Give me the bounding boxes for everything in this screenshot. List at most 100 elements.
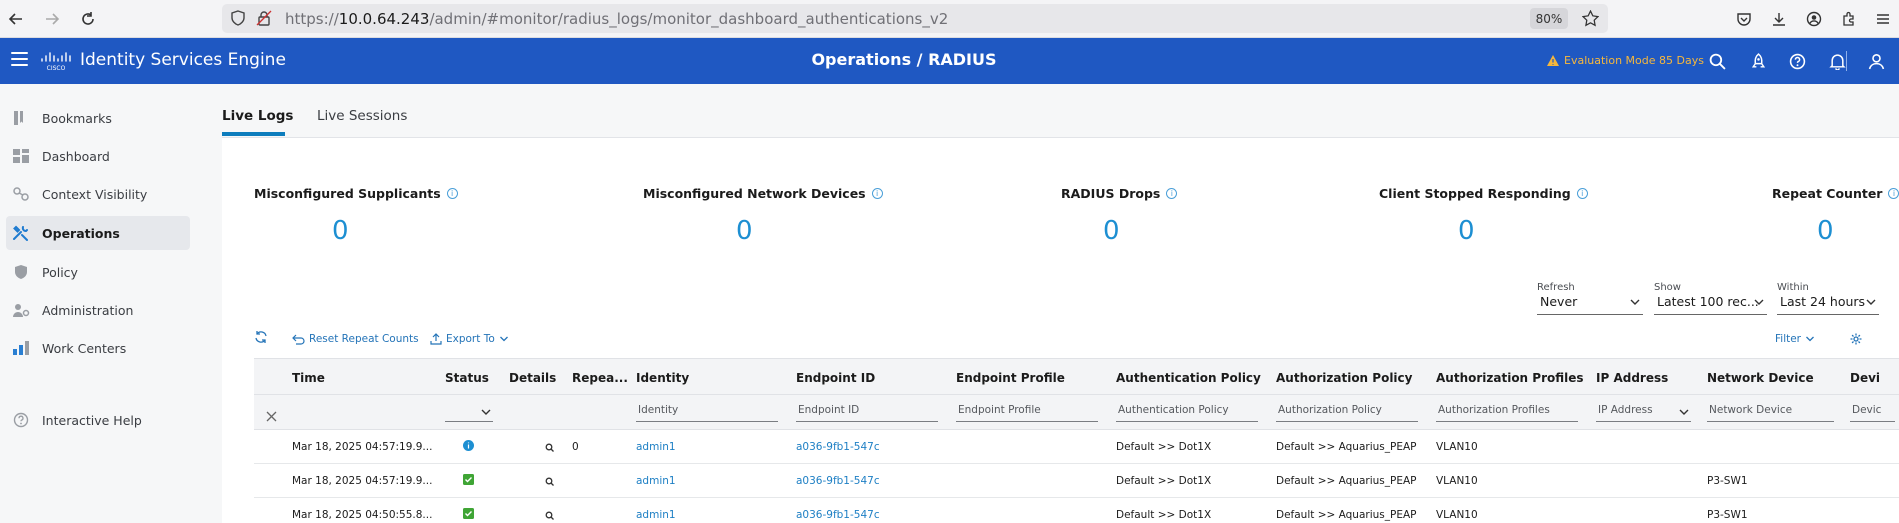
download-icon[interactable] bbox=[1768, 8, 1790, 30]
sidebar-item-context-visibility[interactable]: Context Visibility bbox=[6, 177, 190, 211]
info-icon[interactable]: i bbox=[446, 188, 458, 199]
refresh-value: Never bbox=[1540, 294, 1578, 309]
export-to-label: Export To bbox=[446, 333, 495, 345]
column-header-network-device[interactable]: Network Device bbox=[1707, 371, 1814, 385]
details-magnifier-icon[interactable] bbox=[545, 443, 554, 452]
column-header-authorization-policy[interactable]: Authorization Policy bbox=[1276, 371, 1412, 385]
sidebar-item-label: Policy bbox=[42, 265, 78, 280]
column-header-authentication-policy[interactable]: Authentication Policy bbox=[1116, 371, 1261, 385]
sidebar-item-administration[interactable]: Administration bbox=[6, 293, 190, 327]
sidebar-item-bookmarks[interactable]: Bookmarks bbox=[6, 101, 190, 135]
sidebar-item-label: Operations bbox=[42, 226, 120, 241]
sidebar-item-policy[interactable]: Policy bbox=[6, 255, 190, 289]
table-row[interactable]: Mar 18, 2025 04:57:19.9... admin1 a036-9… bbox=[254, 464, 1899, 498]
sidebar-item-work-centers[interactable]: Work Centers bbox=[6, 331, 190, 365]
authentication-policy-filter-input[interactable]: Authentication Policy bbox=[1116, 404, 1258, 422]
column-header-time[interactable]: Time bbox=[292, 371, 325, 385]
info-status-icon[interactable] bbox=[463, 440, 474, 451]
info-icon[interactable]: i bbox=[1888, 188, 1899, 199]
refresh-table-button[interactable] bbox=[254, 330, 268, 344]
cell-endpoint-id[interactable]: a036-9fb1-547c bbox=[796, 475, 880, 487]
column-header-identity[interactable]: Identity bbox=[636, 371, 689, 385]
cell-identity[interactable]: admin1 bbox=[636, 475, 676, 487]
column-header-status[interactable]: Status bbox=[445, 371, 489, 385]
export-to-button[interactable]: Export To bbox=[430, 333, 509, 345]
url-bar[interactable]: https://10.0.64.243/admin/#monitor/radiu… bbox=[222, 4, 1608, 33]
search-icon[interactable] bbox=[1706, 50, 1728, 72]
refresh-select[interactable]: Never bbox=[1537, 294, 1643, 315]
success-status-icon[interactable] bbox=[463, 508, 474, 519]
user-icon[interactable] bbox=[1865, 50, 1887, 72]
show-select[interactable]: Latest 100 rec... bbox=[1654, 294, 1767, 315]
menu-icon[interactable] bbox=[1872, 8, 1894, 30]
authorization-profiles-filter-input[interactable]: Authorization Profiles bbox=[1436, 404, 1578, 422]
dashboard-tips-icon[interactable] bbox=[1747, 50, 1769, 72]
kpi-misconfigured-network-devices-value[interactable]: 0 bbox=[736, 216, 753, 246]
clear-filters-icon[interactable] bbox=[266, 407, 277, 426]
forward-icon[interactable] bbox=[40, 7, 64, 31]
column-header-device[interactable]: Devi bbox=[1850, 371, 1880, 385]
zoom-level[interactable]: 80% bbox=[1530, 8, 1568, 29]
reset-repeat-counts-button[interactable]: Reset Repeat Counts bbox=[292, 333, 419, 345]
account-icon[interactable] bbox=[1803, 8, 1825, 30]
kpi-client-stopped-responding-value[interactable]: 0 bbox=[1458, 216, 1475, 246]
cell-endpoint-id[interactable]: a036-9fb1-547c bbox=[796, 441, 880, 453]
details-magnifier-icon[interactable] bbox=[545, 511, 554, 520]
sidebar-item-interactive-help[interactable]: Interactive Help bbox=[6, 403, 190, 437]
cell-identity[interactable]: admin1 bbox=[636, 509, 676, 521]
tab-live-sessions[interactable]: Live Sessions bbox=[317, 108, 407, 124]
endpoint-profile-filter-input[interactable]: Endpoint Profile bbox=[956, 404, 1098, 422]
kpi-misconfigured-supplicants-label: Misconfigured Supplicants i bbox=[254, 186, 458, 201]
within-select[interactable]: Last 24 hours bbox=[1777, 294, 1879, 315]
url-host: 10.0.64.243 bbox=[338, 10, 430, 28]
details-magnifier-icon[interactable] bbox=[545, 477, 554, 486]
export-icon bbox=[430, 333, 442, 345]
chevron-down-icon bbox=[1754, 299, 1764, 305]
star-icon[interactable] bbox=[1581, 9, 1600, 31]
column-header-endpoint-id[interactable]: Endpoint ID bbox=[796, 371, 875, 385]
sidebar-item-dashboard[interactable]: Dashboard bbox=[6, 139, 190, 173]
reload-icon[interactable] bbox=[76, 7, 100, 31]
authorization-policy-filter-input[interactable]: Authorization Policy bbox=[1276, 404, 1418, 422]
cell-authorization-policy: Default >> Aquarius_PEAP bbox=[1276, 475, 1417, 487]
identity-filter-input[interactable]: Identity bbox=[636, 404, 778, 422]
tab-live-logs[interactable]: Live Logs bbox=[222, 108, 293, 124]
column-header-authorization-profiles[interactable]: Authorization Profiles bbox=[1436, 371, 1584, 385]
kpi-repeat-counter-value[interactable]: 0 bbox=[1817, 216, 1834, 246]
column-header-repeat[interactable]: Repea... bbox=[572, 371, 628, 385]
lock-icon[interactable] bbox=[256, 10, 272, 30]
cell-authentication-policy: Default >> Dot1X bbox=[1116, 441, 1212, 453]
info-icon[interactable]: i bbox=[1576, 188, 1588, 199]
evaluation-mode-badge[interactable]: Evaluation Mode 85 Days bbox=[1547, 54, 1704, 67]
network-device-filter-input[interactable]: Network Device bbox=[1707, 404, 1834, 422]
cell-endpoint-id[interactable]: a036-9fb1-547c bbox=[796, 509, 880, 521]
kpi-misconfigured-supplicants-value[interactable]: 0 bbox=[332, 216, 349, 246]
extensions-icon[interactable] bbox=[1838, 8, 1860, 30]
info-icon[interactable]: i bbox=[871, 188, 883, 199]
kpi-radius-drops-value[interactable]: 0 bbox=[1103, 216, 1120, 246]
column-header-details[interactable]: Details bbox=[509, 371, 556, 385]
device-filter-input[interactable]: Devic bbox=[1850, 404, 1895, 422]
info-icon[interactable]: i bbox=[1166, 188, 1178, 199]
cell-identity[interactable]: admin1 bbox=[636, 441, 676, 453]
tab-strip: Live Logs Live Sessions bbox=[222, 84, 1899, 138]
bookmark-icon bbox=[14, 111, 23, 125]
table-row[interactable]: Mar 18, 2025 04:50:55.8... admin1 a036-9… bbox=[254, 498, 1899, 523]
back-icon[interactable] bbox=[4, 7, 28, 31]
sidebar-item-operations[interactable]: Operations bbox=[6, 216, 190, 250]
cell-authorization-policy: Default >> Aquarius_PEAP bbox=[1276, 441, 1417, 453]
help-icon[interactable] bbox=[1786, 50, 1808, 72]
table-row[interactable]: Mar 18, 2025 04:57:19.9... 0 admin1 a036… bbox=[254, 430, 1899, 464]
column-header-endpoint-profile[interactable]: Endpoint Profile bbox=[956, 371, 1065, 385]
column-header-ip-address[interactable]: IP Address bbox=[1596, 371, 1668, 385]
kpi-misconfigured-network-devices-label: Misconfigured Network Devices i bbox=[643, 186, 883, 201]
ip-address-filter-select[interactable]: IP Address bbox=[1596, 404, 1691, 422]
sidebar-item-label: Work Centers bbox=[42, 341, 127, 356]
table-settings-button[interactable] bbox=[1850, 333, 1862, 345]
notifications-icon[interactable] bbox=[1826, 50, 1848, 72]
success-status-icon[interactable] bbox=[463, 474, 474, 485]
pocket-icon[interactable] bbox=[1733, 8, 1755, 30]
status-filter-select[interactable] bbox=[445, 404, 493, 422]
endpoint-id-filter-input[interactable]: Endpoint ID bbox=[796, 404, 938, 422]
filter-button[interactable]: Filter bbox=[1775, 333, 1815, 345]
